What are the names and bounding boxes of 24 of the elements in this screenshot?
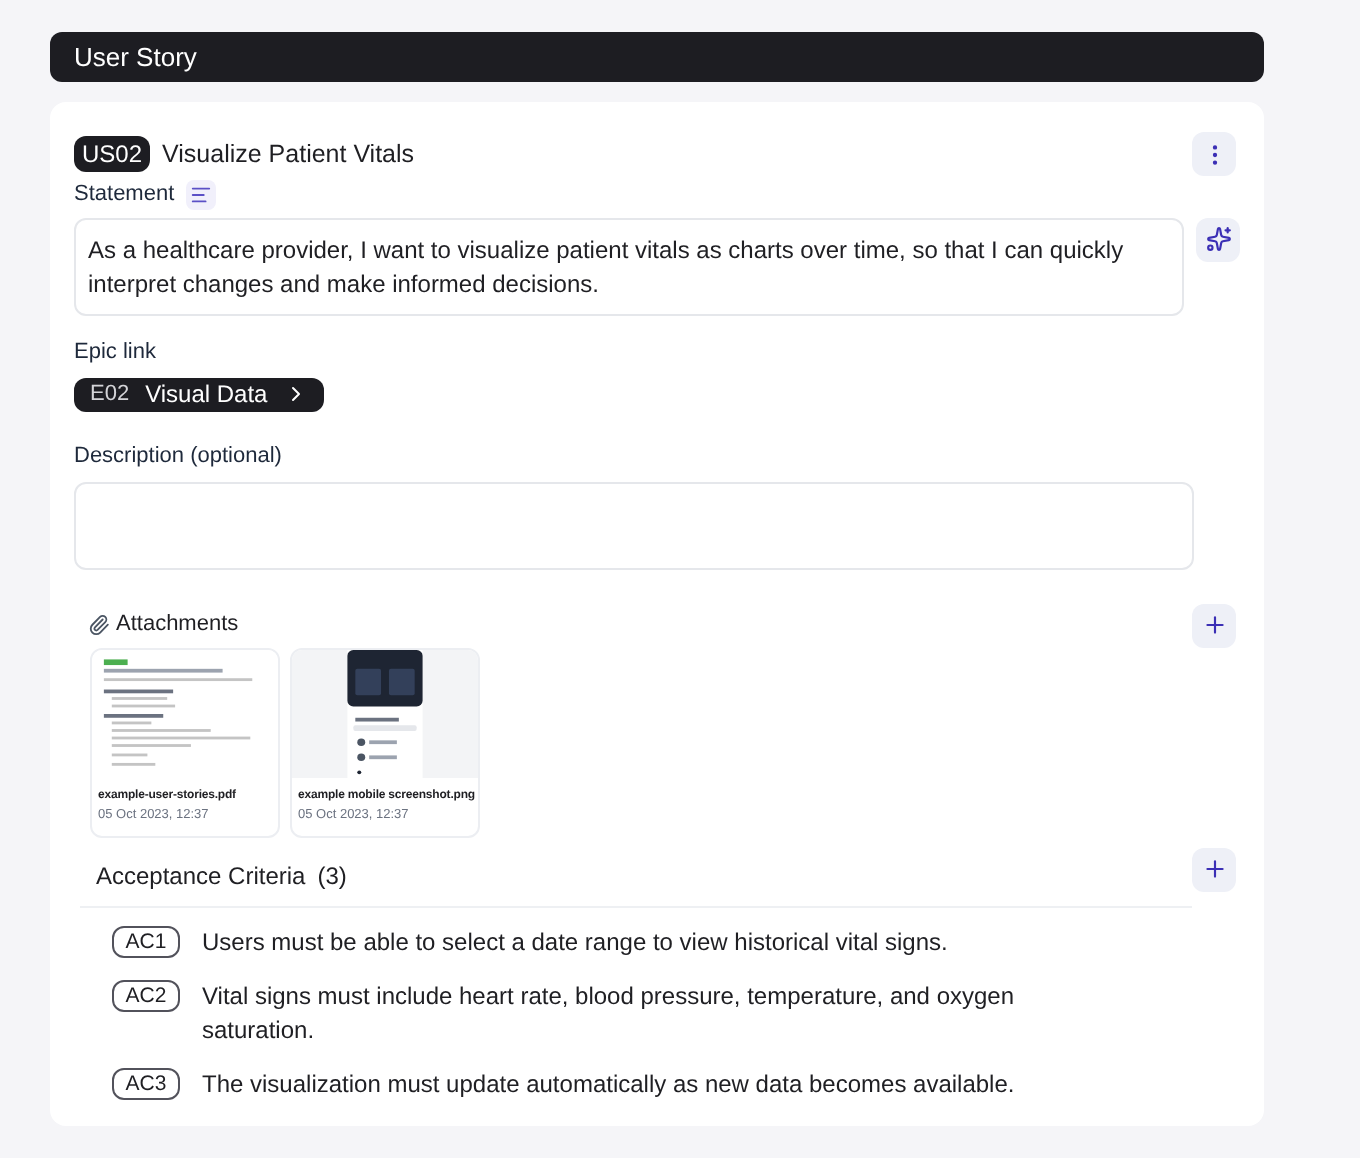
statement-label: Statement (74, 180, 175, 210)
criterion-text: The visualization must update automatically as new data becomes available. (202, 1067, 1017, 1101)
story-id-badge: US02 (74, 136, 151, 172)
criterion-id-badge: AC3 (112, 1067, 180, 1099)
criterion-text: Vital signs must include heart rate, blood pressure, temperature, and oxygen saturation. (202, 979, 1017, 1047)
more-icon[interactable] (1192, 132, 1236, 176)
criterion-id-badge: AC1 (112, 925, 180, 957)
section-title: User Story (74, 39, 197, 76)
sparkle-icon[interactable] (1196, 217, 1240, 261)
epic-link-chip[interactable]: E02 Visual Data (74, 377, 324, 412)
add-attachment-icon[interactable] (1192, 603, 1236, 647)
text-align-icon[interactable] (186, 179, 217, 210)
paperclip-icon (88, 614, 110, 636)
criterion-text: Users must be able to select a date range to view historical vital signs. (202, 925, 950, 959)
epic-link-label: Epic link (74, 337, 158, 367)
attachments-label: Attachments (116, 610, 239, 641)
description-field[interactable] (74, 481, 1194, 569)
acceptance-criteria-title: Acceptance Criteria (96, 859, 306, 893)
description-label: Description (optional) (74, 442, 284, 472)
criteria-count: (3) (317, 859, 347, 893)
statement-field[interactable]: As a healthcare provider, I want to visualize patient vitals as charts over time, so that I can quickly interpret changes and make informed decisions. (74, 217, 1184, 315)
add-criteria-icon[interactable] (1192, 847, 1236, 891)
criterion-id-badge: AC2 (112, 979, 180, 1011)
story-title: Visualize Patient Vitals (162, 137, 415, 172)
